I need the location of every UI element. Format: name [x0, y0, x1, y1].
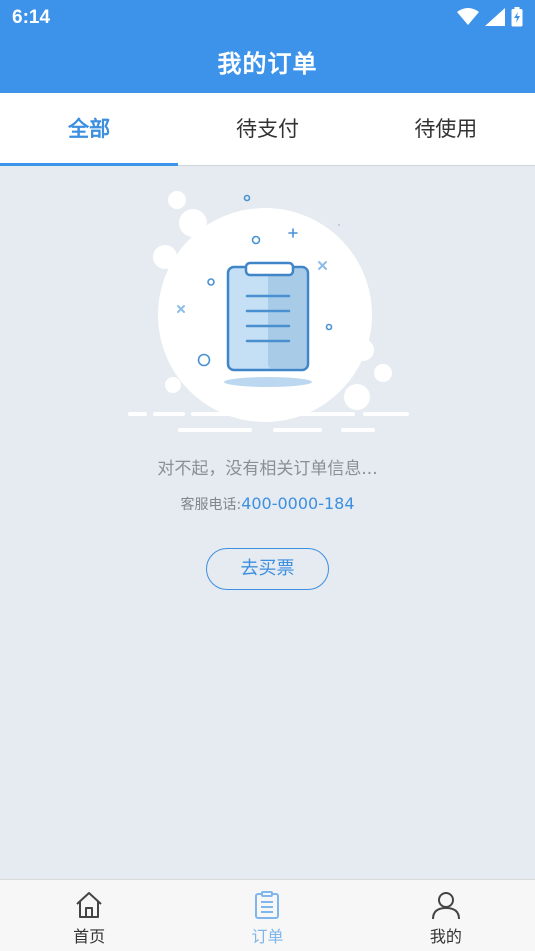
- tab-pending-use[interactable]: 待使用: [357, 93, 535, 165]
- nav-item-home[interactable]: 首页: [0, 880, 178, 951]
- nav-label-home: 首页: [73, 927, 106, 946]
- nav-item-orders[interactable]: 订单: [178, 880, 356, 951]
- signal-icon: [485, 8, 505, 26]
- wifi-icon: [457, 8, 479, 25]
- buy-ticket-button[interactable]: 去买票: [206, 548, 329, 590]
- service-phone-link[interactable]: 400-0000-184: [241, 494, 354, 513]
- status-time: 6:14: [12, 7, 51, 28]
- tab-pending-payment[interactable]: 待支付: [178, 93, 356, 165]
- order-list-icon: [255, 891, 280, 919]
- home-icon: [76, 892, 102, 918]
- nav-label-orders: 订单: [251, 927, 284, 946]
- tab-all[interactable]: 全部: [0, 93, 179, 166]
- bottom-nav: 首页 订单 我的: [0, 879, 535, 951]
- nav-label-mine: 我的: [429, 927, 462, 946]
- user-icon: [431, 892, 460, 920]
- status-icons: [457, 7, 523, 27]
- order-tabs: 全部 待支付 待使用: [0, 93, 535, 166]
- empty-message: 对不起，没有相关订单信息...: [157, 459, 378, 479]
- app-bar: 我的订单: [0, 36, 535, 93]
- status-bar: 6:14: [0, 0, 535, 36]
- page-title: 我的订单: [217, 50, 318, 78]
- customer-service-line: 客服电话:400-0000-184: [0, 494, 535, 514]
- battery-icon: [511, 7, 523, 27]
- nav-item-mine[interactable]: 我的: [357, 880, 535, 951]
- empty-orders-illustration: [128, 191, 409, 432]
- service-label: 客服电话:: [180, 497, 242, 513]
